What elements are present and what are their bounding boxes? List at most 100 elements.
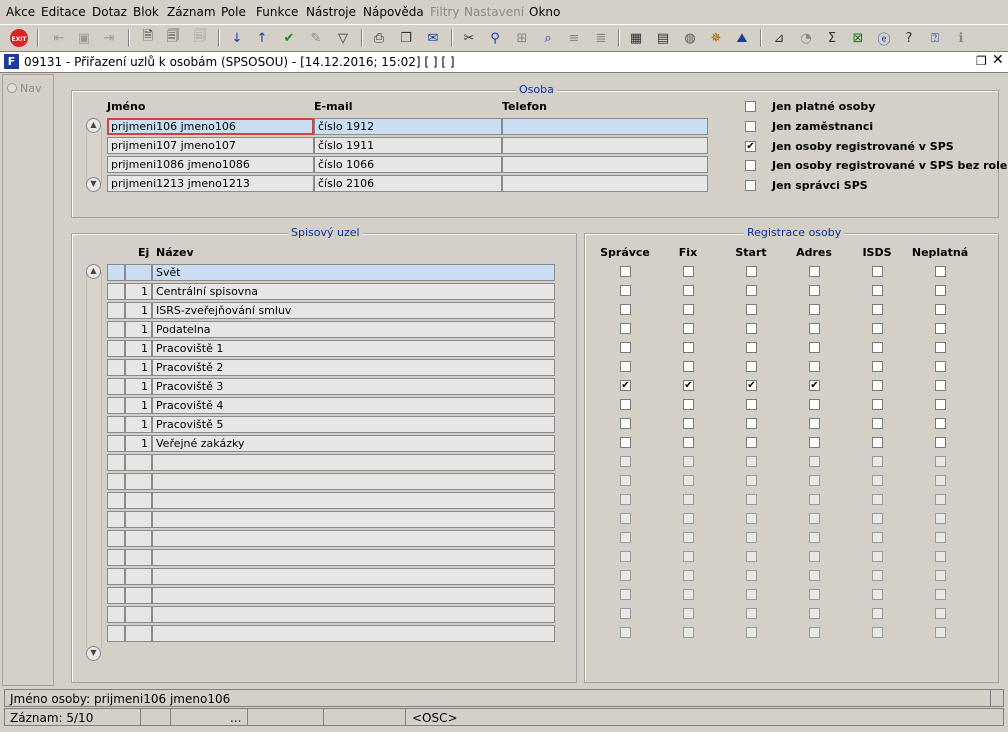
reg-checkbox[interactable] bbox=[746, 551, 757, 562]
reg-checkbox[interactable] bbox=[935, 551, 946, 562]
print-form-icon[interactable]: ▣ bbox=[74, 28, 94, 48]
reg-checkbox[interactable] bbox=[809, 494, 820, 505]
uzel-name-field[interactable]: Svět bbox=[152, 264, 555, 281]
osoba-phone-field[interactable] bbox=[502, 175, 708, 192]
reg-checkbox[interactable] bbox=[809, 475, 820, 486]
uzel-name-field[interactable] bbox=[152, 492, 555, 509]
reg-checkbox[interactable] bbox=[683, 323, 694, 334]
reg-checkbox[interactable] bbox=[872, 304, 883, 315]
reg-checkbox[interactable] bbox=[620, 475, 631, 486]
reg-checkbox[interactable] bbox=[872, 532, 883, 543]
reg-checkbox[interactable] bbox=[746, 513, 757, 524]
next-block-icon[interactable]: ⇥ bbox=[99, 28, 119, 48]
osoba-email-field[interactable]: číslo 1066 bbox=[314, 156, 502, 173]
reg-checkbox[interactable] bbox=[746, 608, 757, 619]
reg-checkbox[interactable] bbox=[620, 532, 631, 543]
uzel-name-field[interactable] bbox=[152, 606, 555, 623]
reg-checkbox[interactable] bbox=[872, 361, 883, 372]
uzel-scrollbar[interactable] bbox=[86, 272, 102, 648]
sort-asc-icon[interactable]: ↓ bbox=[227, 28, 247, 48]
reg-checkbox[interactable] bbox=[809, 418, 820, 429]
list-outdent-icon[interactable]: ≣ bbox=[591, 28, 611, 48]
reg-checkbox[interactable] bbox=[872, 456, 883, 467]
reg-checkbox[interactable] bbox=[620, 551, 631, 562]
uzel-ej-field[interactable]: 1 bbox=[125, 302, 152, 319]
cancel-query-icon[interactable]: 🗐 bbox=[190, 28, 210, 48]
osoba-phone-field[interactable] bbox=[502, 137, 708, 154]
osoba-name-field[interactable]: prijmeni1086 jmeno1086 bbox=[107, 156, 314, 173]
reg-checkbox[interactable] bbox=[872, 513, 883, 524]
nav-label[interactable]: Nav bbox=[20, 82, 41, 95]
uzel-name-field[interactable]: Pracoviště 4 bbox=[152, 397, 555, 414]
uzel-ej-field[interactable]: 1 bbox=[125, 435, 152, 452]
reg-checkbox[interactable] bbox=[809, 456, 820, 467]
tree-icon[interactable]: ⊞ bbox=[512, 28, 532, 48]
menu-item-3[interactable]: Blok bbox=[133, 5, 159, 19]
reg-checkbox[interactable] bbox=[620, 342, 631, 353]
clock-icon[interactable]: ◔ bbox=[796, 28, 816, 48]
notes-icon[interactable]: ▤ bbox=[653, 28, 673, 48]
reg-checkbox[interactable] bbox=[809, 342, 820, 353]
menu-item-9[interactable]: Filtry bbox=[430, 5, 459, 19]
reg-checkbox[interactable] bbox=[620, 627, 631, 638]
reg-checkbox[interactable] bbox=[809, 551, 820, 562]
reg-checkbox[interactable] bbox=[746, 266, 757, 277]
reg-checkbox[interactable] bbox=[683, 608, 694, 619]
reg-checkbox[interactable]: ✔ bbox=[809, 380, 820, 391]
reg-checkbox[interactable] bbox=[746, 437, 757, 448]
calendar-icon[interactable]: ▦ bbox=[626, 28, 646, 48]
uzel-ej-field[interactable] bbox=[125, 568, 152, 585]
menu-item-4[interactable]: Záznam bbox=[167, 5, 216, 19]
scroll-up-icon[interactable]: ▲ bbox=[86, 118, 101, 133]
reg-checkbox[interactable] bbox=[620, 570, 631, 581]
uzel-ej-field[interactable] bbox=[125, 511, 152, 528]
reg-checkbox[interactable] bbox=[746, 342, 757, 353]
uzel-name-field[interactable] bbox=[152, 625, 555, 642]
query-icon[interactable]: 🗎 bbox=[138, 28, 158, 48]
reg-checkbox[interactable] bbox=[683, 285, 694, 296]
uzel-ej-field[interactable]: 1 bbox=[125, 340, 152, 357]
reg-checkbox[interactable] bbox=[683, 456, 694, 467]
list-indent-icon[interactable]: ≡ bbox=[564, 28, 584, 48]
print-icon[interactable]: ⎙ bbox=[369, 28, 389, 48]
uzel-name-field[interactable] bbox=[152, 530, 555, 547]
uzel-ej-field[interactable] bbox=[125, 264, 152, 281]
reg-checkbox[interactable] bbox=[872, 342, 883, 353]
reg-checkbox[interactable] bbox=[746, 589, 757, 600]
reg-checkbox[interactable] bbox=[683, 304, 694, 315]
reg-checkbox[interactable] bbox=[935, 570, 946, 581]
reg-checkbox[interactable] bbox=[935, 532, 946, 543]
chart-icon[interactable]: ⊿ bbox=[769, 28, 789, 48]
reg-checkbox[interactable] bbox=[935, 266, 946, 277]
reg-checkbox[interactable] bbox=[935, 285, 946, 296]
reg-checkbox[interactable] bbox=[872, 437, 883, 448]
reg-checkbox[interactable] bbox=[935, 627, 946, 638]
uzel-ej-field[interactable]: 1 bbox=[125, 416, 152, 433]
uzel-ej-field[interactable]: 1 bbox=[125, 359, 152, 376]
uzel-ej-field[interactable] bbox=[125, 606, 152, 623]
reg-checkbox[interactable] bbox=[809, 304, 820, 315]
reg-checkbox[interactable] bbox=[620, 285, 631, 296]
globe-icon[interactable]: ◍ bbox=[680, 28, 700, 48]
scroll-down-icon[interactable]: ▼ bbox=[86, 177, 101, 192]
reg-checkbox[interactable] bbox=[620, 437, 631, 448]
browser-icon[interactable]: ⓔ bbox=[874, 28, 894, 48]
uzel-scroll-up-icon[interactable]: ▲ bbox=[86, 264, 101, 279]
filter-checkbox[interactable] bbox=[745, 120, 756, 132]
menu-item-2[interactable]: Dotaz bbox=[92, 5, 127, 19]
uzel-name-field[interactable]: Veřejné zakázky bbox=[152, 435, 555, 452]
exit-icon[interactable]: EXIT bbox=[9, 28, 29, 48]
reg-checkbox[interactable] bbox=[872, 494, 883, 505]
osoba-phone-field[interactable] bbox=[502, 118, 708, 135]
reg-checkbox[interactable] bbox=[620, 361, 631, 372]
prev-block-icon[interactable]: ⇤ bbox=[49, 28, 69, 48]
reg-checkbox[interactable] bbox=[683, 627, 694, 638]
uzel-marker[interactable] bbox=[107, 359, 125, 376]
uzel-marker[interactable] bbox=[107, 397, 125, 414]
uzel-marker[interactable] bbox=[107, 264, 125, 281]
menu-item-7[interactable]: Nástroje bbox=[306, 5, 356, 19]
uzel-marker[interactable] bbox=[107, 568, 125, 585]
reg-checkbox[interactable] bbox=[935, 380, 946, 391]
reg-checkbox[interactable] bbox=[620, 266, 631, 277]
reg-checkbox[interactable] bbox=[935, 456, 946, 467]
